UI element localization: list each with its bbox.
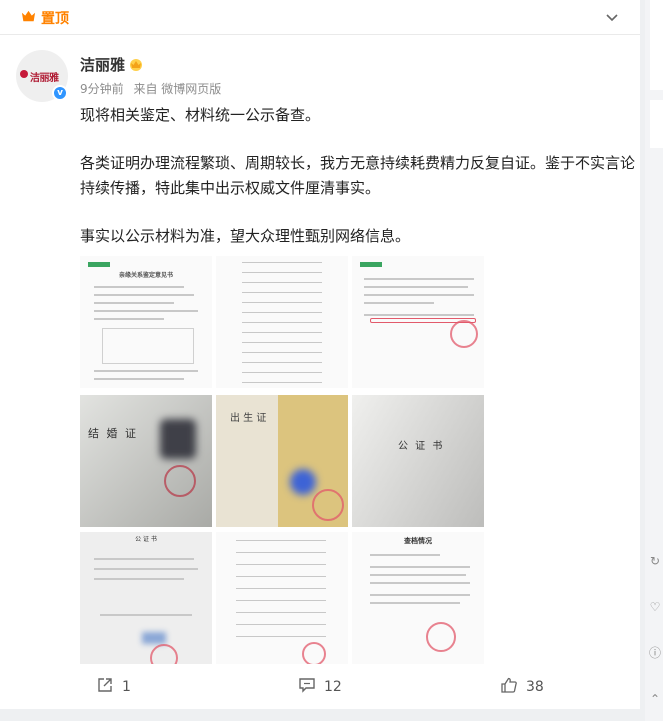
verified-badge-icon: v xyxy=(52,85,68,101)
image-thumb-6[interactable]: 公 证 书 xyxy=(352,395,484,527)
weibo-post-card: 置顶 洁丽雅 v 洁丽雅 9分钟前 来自 微博网页版 现将相关鉴定、材料统一公示… xyxy=(0,0,640,709)
action-bar: 1 12 38 xyxy=(0,668,640,700)
thumbs-up-icon xyxy=(501,677,517,693)
image-caption: 查档情况 xyxy=(404,537,432,545)
image-thumb-5[interactable]: 出 生 证 xyxy=(216,395,348,527)
image-thumb-1[interactable]: 亲缘关系鉴定意见书 xyxy=(80,256,212,388)
image-caption: 结 婚 证 xyxy=(88,427,138,440)
report-logo xyxy=(88,262,110,267)
sidebar-panel xyxy=(650,100,663,148)
heart-icon[interactable]: ♡ xyxy=(648,600,662,614)
seal-stamp xyxy=(450,320,478,348)
post-text-3: 事实以公示材料为准，望大众理性甄别网络信息。 xyxy=(80,227,411,245)
image-caption: 公 证 书 xyxy=(135,536,157,543)
image-thumb-3[interactable] xyxy=(352,256,484,388)
back-top-icon[interactable]: ⌃ xyxy=(648,692,662,706)
comment-button[interactable]: 12 xyxy=(298,676,342,695)
avatar-brand-text: 洁丽雅 xyxy=(30,73,59,84)
image-thumb-4[interactable]: 结 婚 证 xyxy=(80,395,212,527)
sidebar-panel xyxy=(650,0,663,90)
image-caption: 公 证 书 xyxy=(398,441,445,452)
image-thumb-8[interactable] xyxy=(216,532,348,664)
report-logo xyxy=(360,262,382,267)
comment-count: 12 xyxy=(324,679,342,695)
post-source: 来自 微博网页版 xyxy=(133,82,222,96)
image-caption: 出 生 证 xyxy=(230,413,267,424)
crown-icon xyxy=(130,59,142,71)
like-button[interactable]: 38 xyxy=(500,676,544,695)
pinned-header: 置顶 xyxy=(0,0,640,35)
share-count: 1 xyxy=(122,679,131,695)
user-name[interactable]: 洁丽雅 xyxy=(80,54,125,75)
crown-badge-icon xyxy=(21,10,36,22)
image-thumb-2[interactable] xyxy=(216,256,348,388)
info-icon[interactable]: ⓘ xyxy=(648,646,662,660)
chevron-down-icon[interactable] xyxy=(604,9,620,25)
post-text-2: 各类证明办理流程繁琐、周期较长，我方无意持续耗费精力反复自证。鉴于不实言论持续传… xyxy=(80,154,636,197)
like-count: 38 xyxy=(526,679,544,695)
refresh-icon[interactable]: ↻ xyxy=(648,554,662,568)
image-thumb-9[interactable]: 查档情况 xyxy=(352,532,484,664)
share-button[interactable]: 1 xyxy=(96,676,131,695)
image-thumb-7[interactable]: 公 证 书 xyxy=(80,532,212,664)
share-icon xyxy=(98,678,112,692)
comment-icon xyxy=(299,678,315,693)
pinned-label: 置顶 xyxy=(41,11,69,27)
brand-mark-icon xyxy=(20,70,28,78)
post-text-1: 现将相关鉴定、材料统一公示备查。 xyxy=(80,106,321,124)
post-time[interactable]: 9分钟前 xyxy=(80,82,124,96)
post-meta: 9分钟前 来自 微博网页版 xyxy=(80,80,227,97)
report-title: 亲缘关系鉴定意见书 xyxy=(118,272,173,279)
